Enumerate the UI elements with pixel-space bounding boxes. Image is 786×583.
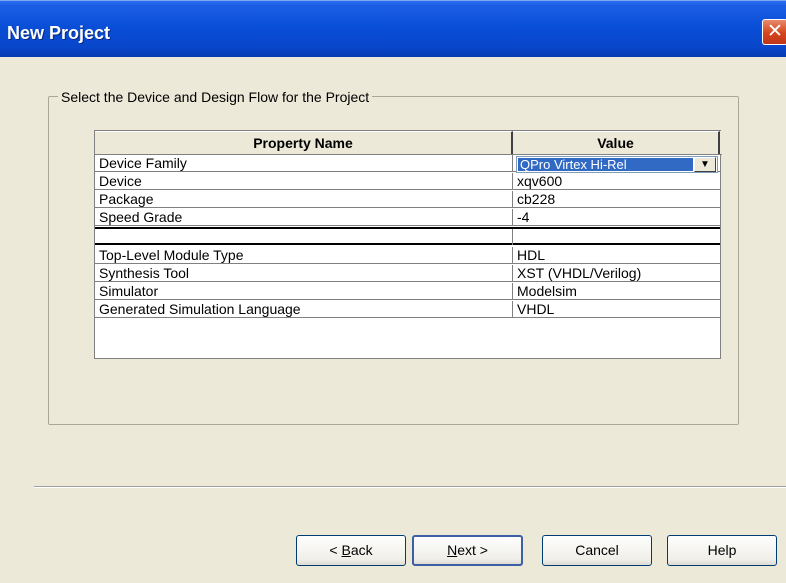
window-title: New Project [7,23,111,43]
help-button[interactable]: Help [667,535,777,566]
row-synthesis-tool[interactable]: Synthesis Tool XST (VHDL/Verilog) [95,265,720,282]
row-simulator[interactable]: Simulator Modelsim [95,283,720,300]
property-value-cell[interactable]: HDL [513,247,720,263]
row-separator [95,227,720,245]
property-name-cell: Speed Grade [95,209,513,225]
row-speed-grade[interactable]: Speed Grade -4 [95,209,720,226]
property-value-cell[interactable]: VHDL [513,301,720,317]
button-divider [34,486,786,488]
dropdown-selected-value: QPro Virtex Hi-Rel [518,158,693,171]
property-name-cell: Generated Simulation Language [95,301,513,317]
property-value-cell[interactable]: xqv600 [513,173,720,189]
back-mnemonic: B [341,542,351,558]
property-value-cell[interactable]: XST (VHDL/Verilog) [513,265,720,281]
property-value-cell[interactable]: cb228 [513,191,720,207]
groupbox-label: Select the Device and Design Flow for th… [58,89,373,105]
property-grid: Property Name Value Device Family QPro V… [94,130,722,359]
next-button[interactable]: Next > [412,535,523,566]
property-value-cell [513,229,720,245]
back-rest: ack [350,542,373,558]
header-value[interactable]: Value [513,131,720,154]
chevron-down-icon[interactable]: ▼ [694,157,716,172]
row-top-level-module-type[interactable]: Top-Level Module Type HDL [95,247,720,264]
property-value-cell[interactable]: Modelsim [513,283,720,299]
property-name-cell: Package [95,191,513,207]
back-button[interactable]: < Back [296,535,406,566]
row-generated-simulation-language[interactable]: Generated Simulation Language VHDL [95,301,720,318]
property-name-cell: Synthesis Tool [95,265,513,281]
property-name-cell [95,229,513,245]
close-icon: ✕ [767,21,783,42]
row-device[interactable]: Device xqv600 [95,173,720,190]
grid-header: Property Name Value [95,131,722,155]
property-name-cell: Top-Level Module Type [95,247,513,263]
device-family-dropdown[interactable]: QPro Virtex Hi-Rel ▼ [516,156,718,173]
back-prefix: < [329,542,342,558]
property-name-cell: Simulator [95,283,513,299]
title-bar[interactable]: New Project ✕ [0,0,786,57]
next-rest: ext > [457,542,488,558]
row-device-family[interactable]: Device Family QPro Virtex Hi-Rel ▼ [95,155,720,173]
close-button[interactable]: ✕ [762,19,786,45]
property-value-cell[interactable]: -4 [513,209,720,225]
property-name-cell: Device Family [95,155,513,171]
next-mnemonic: N [447,542,458,558]
row-package[interactable]: Package cb228 [95,191,720,208]
cancel-button[interactable]: Cancel [542,535,652,566]
property-name-cell: Device [95,173,513,189]
header-property-name[interactable]: Property Name [95,131,513,154]
